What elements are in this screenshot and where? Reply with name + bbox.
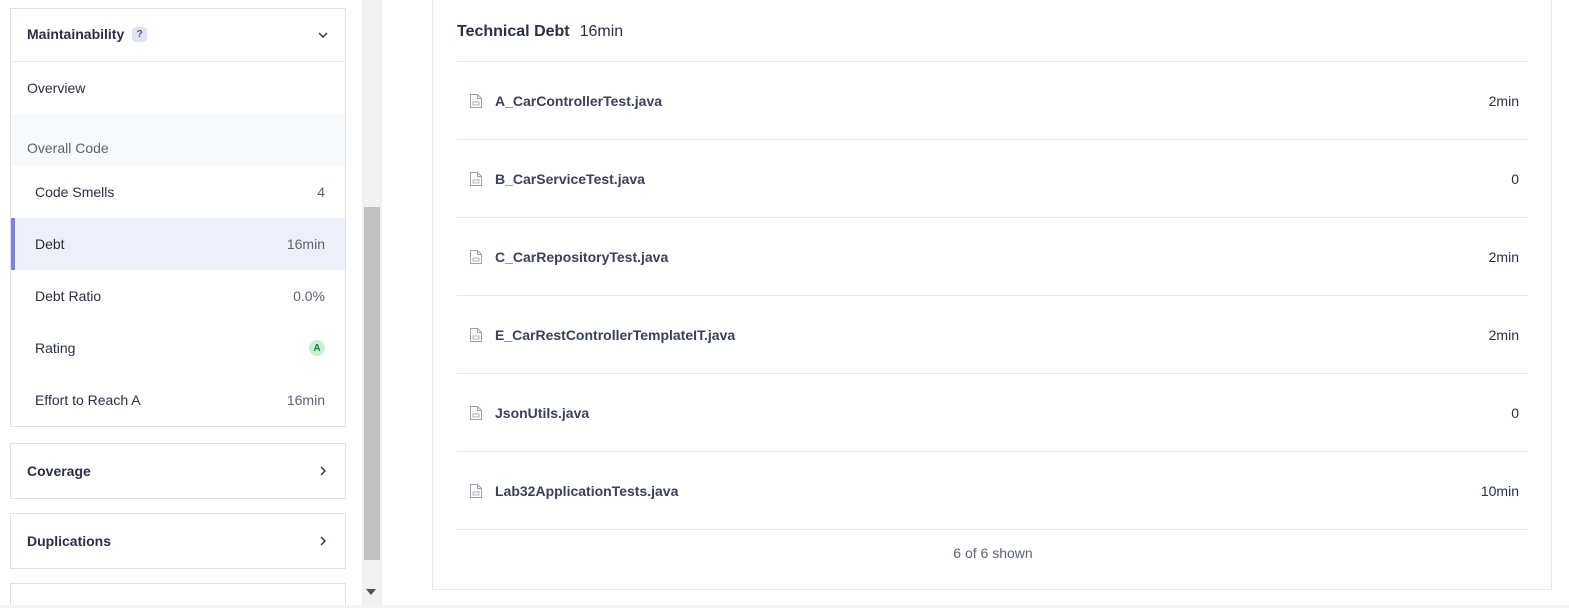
file-icon	[470, 93, 482, 108]
file-name[interactable]: E_CarRestControllerTemplateIT.java	[495, 327, 735, 343]
file-icon	[470, 483, 482, 498]
file-row[interactable]: A_CarControllerTest.java 2min	[457, 62, 1529, 140]
technical-debt-card: Technical Debt 16min A_CarControllerTest.…	[432, 0, 1552, 590]
metric-value: 16min	[286, 392, 325, 408]
shown-count: 6 of 6 shown	[953, 545, 1033, 561]
file-icon	[470, 249, 482, 264]
coverage-panel[interactable]: Coverage	[10, 443, 346, 499]
measures-sidebar: Maintainability? Overview Overall Code C…	[0, 0, 360, 608]
file-row[interactable]: C_CarRepositoryTest.java 2min	[457, 218, 1529, 296]
metric-value: 0.0%	[293, 288, 325, 304]
file-value: 2min	[1488, 248, 1519, 265]
metric-label: Effort to Reach A	[35, 392, 141, 408]
duplications-title: Duplications	[27, 533, 112, 549]
file-icon	[470, 171, 482, 186]
file-list: A_CarControllerTest.java 2min B_CarServi…	[457, 61, 1529, 530]
file-value: 2min	[1488, 326, 1519, 343]
metric-debt-ratio[interactable]: Debt Ratio 0.0%	[11, 270, 345, 322]
metric-label: Debt Ratio	[35, 288, 102, 304]
metric-label: Code Smells	[35, 184, 115, 200]
rating-badge: A	[309, 340, 325, 356]
metric-effort-to-reach-a[interactable]: Effort to Reach A 16min	[11, 374, 345, 426]
file-name[interactable]: JsonUtils.java	[495, 405, 589, 421]
coverage-title: Coverage	[27, 463, 91, 479]
metric-value: 4	[317, 184, 325, 200]
maintainability-panel: Maintainability? Overview Overall Code C…	[10, 8, 346, 427]
chevron-down-icon	[318, 32, 328, 38]
maintainability-title: Maintainability	[27, 26, 125, 42]
duplications-panel[interactable]: Duplications	[10, 513, 346, 569]
chevron-right-icon	[320, 466, 326, 476]
file-row[interactable]: E_CarRestControllerTemplateIT.java 2min	[457, 296, 1529, 374]
maintainability-header[interactable]: Maintainability?	[11, 9, 345, 62]
help-icon[interactable]: ?	[132, 27, 148, 43]
file-row[interactable]: Lab32ApplicationTests.java 10min	[457, 452, 1529, 530]
metric-value: 16min	[286, 236, 325, 252]
overall-code-label: Overall Code	[11, 114, 345, 166]
metric-label: Rating	[35, 340, 76, 356]
file-name[interactable]: Lab32ApplicationTests.java	[495, 483, 678, 499]
total-debt: 16min	[579, 23, 624, 40]
card-title: Technical Debt	[457, 23, 570, 40]
scroll-down-arrow-icon[interactable]	[366, 589, 376, 595]
file-value: 0	[1511, 170, 1519, 187]
metric-code-smells[interactable]: Code Smells 4	[11, 166, 345, 218]
file-value: 2min	[1488, 92, 1519, 109]
metric-debt[interactable]: Debt 16min	[11, 218, 345, 270]
file-row[interactable]: B_CarServiceTest.java 0	[457, 140, 1529, 218]
file-value: 0	[1511, 404, 1519, 421]
card-header: Technical Debt 16min	[457, 23, 623, 41]
sidebar-scrollbar-thumb[interactable]	[364, 207, 380, 560]
file-name[interactable]: B_CarServiceTest.java	[495, 171, 645, 187]
file-icon	[470, 405, 482, 420]
file-value: 10min	[1480, 482, 1519, 499]
file-icon	[470, 327, 482, 342]
file-name[interactable]: A_CarControllerTest.java	[495, 93, 662, 109]
chevron-right-icon	[320, 536, 326, 546]
file-row[interactable]: JsonUtils.java 0	[457, 374, 1529, 452]
metric-rating[interactable]: Rating A	[11, 322, 345, 374]
file-name[interactable]: C_CarRepositoryTest.java	[495, 249, 668, 265]
metric-label: Debt	[35, 236, 65, 252]
overview-link[interactable]: Overview	[11, 62, 345, 114]
